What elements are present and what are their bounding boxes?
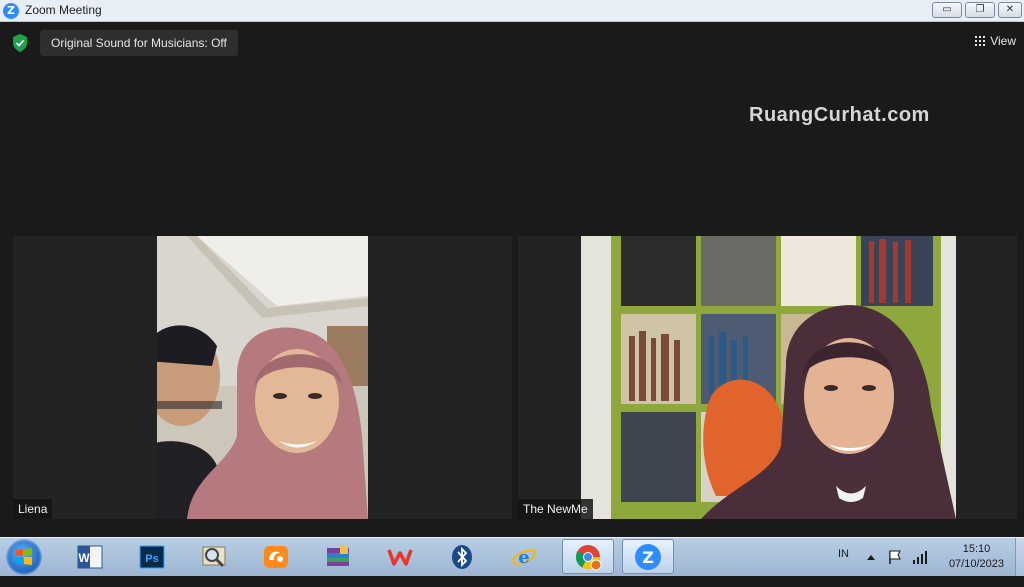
- photoshop-icon: Ps: [139, 545, 165, 569]
- view-button[interactable]: View: [975, 34, 1016, 48]
- winrar-icon: [327, 546, 349, 566]
- taskbar-photoshop-button[interactable]: Ps: [136, 542, 168, 572]
- minimize-button[interactable]: ▭: [932, 2, 962, 18]
- zoom-logo-icon: Z: [3, 3, 19, 19]
- magnifier-icon: [202, 546, 226, 568]
- window-title: Zoom Meeting: [25, 3, 102, 17]
- participant-name-label: The NewMe: [518, 499, 593, 519]
- taskbar-bluetooth-button[interactable]: [446, 542, 478, 572]
- restore-button[interactable]: ❐: [965, 2, 995, 18]
- meeting-area: Original Sound for Musicians: Off View R…: [0, 22, 1024, 537]
- taskbar: W Ps e Z IN 15:10 07/10/2023: [0, 537, 1024, 576]
- start-button[interactable]: [6, 539, 42, 575]
- watermark: RuangCurhat.com: [749, 104, 930, 126]
- clock-date: 07/10/2023: [948, 558, 1004, 570]
- view-label: View: [990, 34, 1016, 48]
- windows-logo-icon: [16, 548, 32, 565]
- taskbar-uc-browser-button[interactable]: [260, 542, 292, 572]
- clock-time: 15:10: [962, 543, 991, 555]
- bluetooth-icon: [452, 545, 472, 569]
- clock[interactable]: 15:10 07/10/2023: [949, 542, 1004, 572]
- svg-text:Ps: Ps: [145, 553, 158, 565]
- close-button[interactable]: ✕: [998, 2, 1022, 18]
- taskbar-zoom-button[interactable]: Z: [622, 539, 674, 574]
- participant-video-thenewme: [581, 236, 956, 519]
- word-icon: W: [77, 545, 103, 569]
- title-bar: Z Zoom Meeting ▭ ❐ ✕: [0, 0, 1024, 22]
- original-sound-toggle[interactable]: Original Sound for Musicians: Off: [40, 30, 238, 56]
- taskbar-winrar-button[interactable]: [322, 542, 354, 572]
- network-signal-icon[interactable]: [912, 549, 930, 565]
- language-indicator[interactable]: IN: [838, 548, 849, 587]
- participant-tile-liena[interactable]: Liena: [13, 236, 512, 519]
- svg-text:W: W: [78, 551, 90, 565]
- svg-text:e: e: [518, 547, 529, 568]
- wps-icon: [387, 549, 413, 566]
- taskbar-search-button[interactable]: [198, 542, 230, 572]
- taskbar-internet-explorer-button[interactable]: e: [508, 542, 540, 572]
- grid-view-icon: [975, 36, 986, 46]
- taskbar-word-button[interactable]: W: [74, 542, 106, 572]
- internet-explorer-icon: e: [511, 547, 537, 568]
- chrome-icon: [575, 544, 602, 570]
- taskbar-wps-button[interactable]: [384, 542, 416, 572]
- show-desktop-button[interactable]: [1015, 538, 1024, 576]
- zoom-app-icon: Z: [635, 543, 661, 570]
- show-hidden-icons-icon[interactable]: [866, 553, 876, 561]
- taskbar-chrome-button[interactable]: [562, 539, 614, 574]
- uc-browser-icon: [264, 546, 288, 568]
- participant-name-label: Liena: [13, 499, 53, 519]
- participant-video-liena: [157, 236, 368, 519]
- action-center-flag-icon[interactable]: [887, 549, 903, 565]
- svg-text:Z: Z: [642, 548, 654, 567]
- participant-tile-thenewme[interactable]: The NewMe: [518, 236, 1017, 519]
- security-shield-icon[interactable]: [12, 34, 28, 52]
